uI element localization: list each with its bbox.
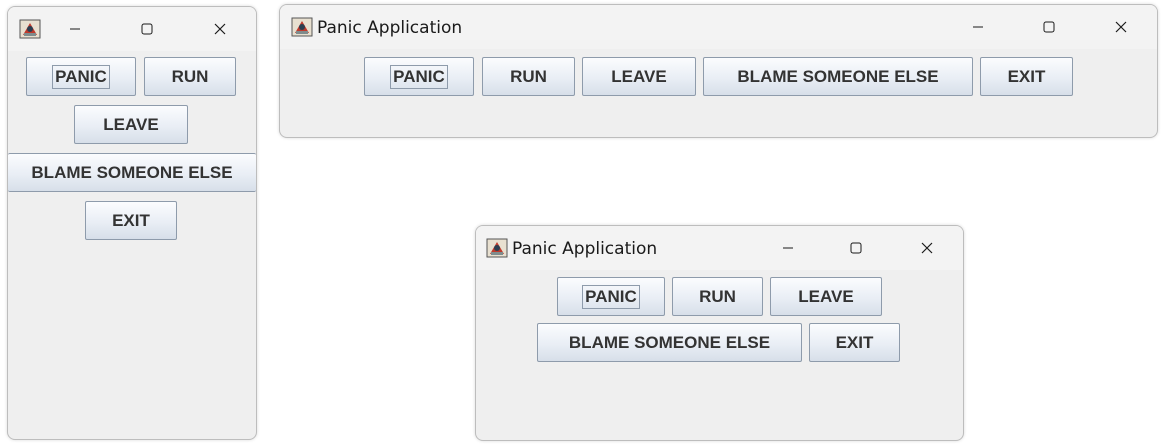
window-narrow: PANIC RUN LEAVE BLAME SOMEONE ELSE EXIT <box>7 6 257 440</box>
minimize-icon <box>70 28 80 30</box>
maximize-button[interactable] <box>842 235 870 261</box>
window-title: Panic Application <box>512 239 658 259</box>
window-title: Panic Application <box>317 18 463 38</box>
close-button[interactable] <box>913 235 941 261</box>
run-button[interactable]: RUN <box>672 277 763 316</box>
button-label: PANIC <box>390 64 448 89</box>
run-button[interactable]: RUN <box>144 57 236 96</box>
maximize-icon <box>850 242 862 254</box>
minimize-button[interactable] <box>774 235 802 261</box>
minimize-icon <box>783 247 793 249</box>
title-bar[interactable] <box>8 7 256 51</box>
exit-button[interactable]: EXIT <box>809 323 900 362</box>
leave-button[interactable]: LEAVE <box>74 105 188 144</box>
close-icon <box>1115 21 1127 33</box>
minimize-icon <box>973 26 983 28</box>
window-medium: Panic Application PANIC RUN LEAVE BLAME … <box>475 225 964 441</box>
title-bar[interactable]: Panic Application <box>280 5 1157 49</box>
exit-button[interactable]: EXIT <box>85 201 177 240</box>
java-app-icon <box>19 19 41 39</box>
panic-button[interactable]: PANIC <box>26 57 136 96</box>
blame-someone-else-button[interactable]: BLAME SOMEONE ELSE <box>703 57 973 96</box>
blame-someone-else-button[interactable]: BLAME SOMEONE ELSE <box>8 153 256 192</box>
leave-button[interactable]: LEAVE <box>770 277 882 316</box>
java-app-icon <box>486 238 508 258</box>
leave-button[interactable]: LEAVE <box>582 57 696 96</box>
panic-button[interactable]: PANIC <box>364 57 474 96</box>
maximize-button[interactable] <box>133 16 161 42</box>
maximize-button[interactable] <box>1035 14 1063 40</box>
run-button[interactable]: RUN <box>482 57 575 96</box>
button-label: PANIC <box>52 64 110 89</box>
minimize-button[interactable] <box>61 16 89 42</box>
maximize-icon <box>1043 21 1055 33</box>
minimize-button[interactable] <box>964 14 992 40</box>
button-label: PANIC <box>582 284 640 309</box>
blame-someone-else-button[interactable]: BLAME SOMEONE ELSE <box>537 323 802 362</box>
close-icon <box>921 242 933 254</box>
java-app-icon <box>291 17 313 37</box>
close-button[interactable] <box>206 16 234 42</box>
window-wide: Panic Application PANIC RUN LEAVE BLAME … <box>279 4 1158 138</box>
close-button[interactable] <box>1107 14 1135 40</box>
exit-button[interactable]: EXIT <box>980 57 1073 96</box>
maximize-icon <box>141 23 153 35</box>
panic-button[interactable]: PANIC <box>557 277 665 316</box>
close-icon <box>214 23 226 35</box>
title-bar[interactable]: Panic Application <box>476 226 963 270</box>
